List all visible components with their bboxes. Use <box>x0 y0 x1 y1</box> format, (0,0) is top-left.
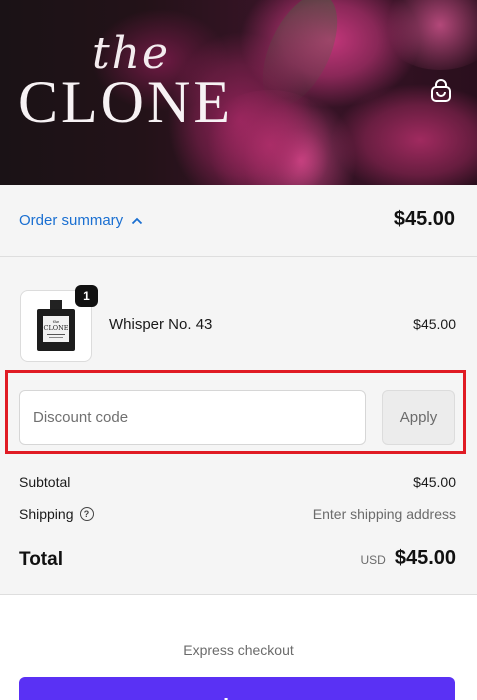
header-banner: the CLONE <box>0 0 477 185</box>
chevron-up-icon <box>131 212 143 229</box>
shop-pay-button[interactable]: shop <box>19 677 455 700</box>
shipping-row: Shipping ? <box>19 506 94 522</box>
order-summary-total: $45.00 <box>393 208 455 230</box>
quantity-badge: 1 <box>75 285 98 307</box>
subtotal-label: Subtotal <box>19 474 71 490</box>
apply-discount-button[interactable]: Apply <box>382 390 455 445</box>
express-checkout-label: Express checkout <box>183 642 294 658</box>
product-price: $45.00 <box>413 316 456 332</box>
order-summary-label: Order summary <box>19 212 124 229</box>
subtotal-value: $45.00 <box>413 474 456 490</box>
logo-clone: CLONE <box>18 69 233 135</box>
shopping-bag-icon[interactable] <box>428 78 454 104</box>
order-summary-toggle[interactable]: Order summary <box>19 212 143 229</box>
total-label: Total <box>19 549 63 570</box>
discount-code-input[interactable] <box>19 390 366 445</box>
perfume-bottle-icon: the CLONE <box>37 300 75 351</box>
shipping-value: Enter shipping address <box>312 506 456 522</box>
svg-text:CLONE: CLONE <box>43 324 68 332</box>
total-value: $45.00 <box>394 547 456 569</box>
currency-code: USD <box>360 553 386 567</box>
shipping-label: Shipping <box>19 506 74 522</box>
question-circle-icon[interactable]: ? <box>79 507 94 521</box>
floral-background <box>380 0 477 70</box>
product-name: Whisper No. 43 <box>109 316 213 333</box>
total-amount: USD $45.00 <box>360 547 456 570</box>
